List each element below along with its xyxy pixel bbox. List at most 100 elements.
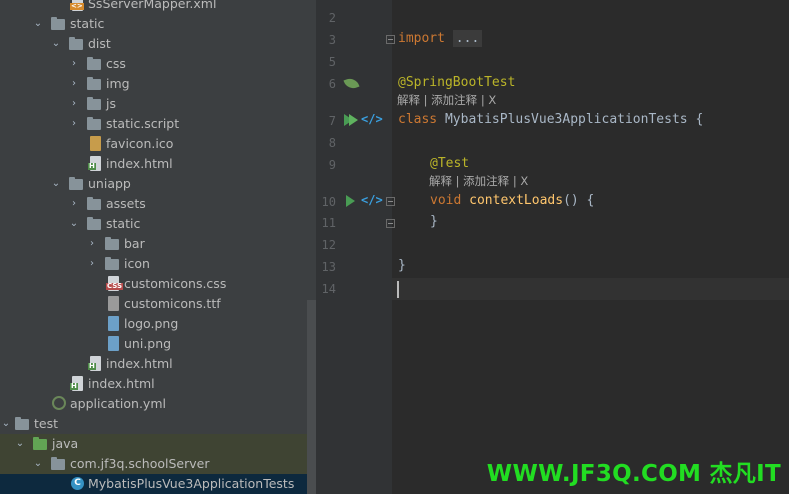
- code-line-annotation[interactable]: @SpringBootTest: [398, 72, 515, 94]
- tree-item-icon[interactable]: › icon: [0, 254, 316, 274]
- chevron-right-icon[interactable]: ›: [68, 54, 80, 74]
- tree-item-favicon[interactable]: favicon.ico: [0, 134, 316, 154]
- line-number: 8: [328, 136, 336, 150]
- tree-item-package[interactable]: ⌄ com.jf3q.schoolServer: [0, 454, 316, 474]
- tree-item-img[interactable]: › img: [0, 74, 316, 94]
- line-number: 3: [328, 33, 336, 47]
- tree-item-css[interactable]: › css: [0, 54, 316, 74]
- tree-item-test[interactable]: ⌄ test: [0, 414, 316, 434]
- code-line-class[interactable]: class MybatisPlusVue3ApplicationTests {: [398, 109, 703, 131]
- package-icon: [51, 457, 65, 470]
- run-all-icon[interactable]: [349, 114, 358, 126]
- tree-item-assets[interactable]: › assets: [0, 194, 316, 214]
- line-number: 7: [328, 114, 336, 128]
- folder-icon: [87, 117, 101, 130]
- tree-item-index-html-static[interactable]: H index.html: [0, 374, 316, 394]
- tree-item-uni-png[interactable]: uni.png: [0, 334, 316, 354]
- tree-item-dist[interactable]: ⌄ dist: [0, 34, 316, 54]
- line-number: 14: [321, 282, 336, 296]
- chevron-down-icon[interactable]: ⌄: [32, 14, 44, 34]
- tree-item-ssservermapper[interactable]: <> SsServerMapper.xml: [0, 0, 316, 14]
- settings-file-icon: [52, 396, 66, 411]
- keyword: import: [398, 31, 445, 46]
- project-tree: <> SsServerMapper.xml ⌄ static ⌄ dist › …: [0, 0, 316, 494]
- folder-icon: [87, 197, 101, 210]
- line-number: 9: [328, 158, 336, 172]
- folder-icon: [87, 97, 101, 110]
- html-file-icon: H: [88, 156, 101, 171]
- tree-item-application-yml[interactable]: application.yml: [0, 394, 316, 414]
- fold-icon[interactable]: [386, 35, 395, 44]
- chevron-down-icon[interactable]: ⌄: [32, 454, 44, 474]
- image-file-icon: [108, 316, 119, 331]
- inlay-hint-actions[interactable]: 解释 | 添加注释 | X: [429, 173, 528, 189]
- tree-item-static-uniapp[interactable]: ⌄ static: [0, 214, 316, 234]
- image-file-icon: [90, 136, 101, 151]
- tree-scrollbar[interactable]: [307, 300, 316, 494]
- line-number: 10: [321, 195, 336, 209]
- method-signature: () {: [563, 193, 595, 208]
- run-test-icon[interactable]: [346, 195, 355, 207]
- folder-icon: [87, 217, 101, 230]
- code-line-test-annotation[interactable]: @Test: [430, 153, 469, 175]
- line-number: 2: [328, 11, 336, 25]
- tree-item-test-class[interactable]: C MybatisPlusVue3ApplicationTests: [0, 474, 316, 494]
- font-file-icon: [108, 296, 119, 311]
- tree-item-logo-png[interactable]: logo.png: [0, 314, 316, 334]
- chevron-right-icon[interactable]: ›: [68, 114, 80, 134]
- line-number: 5: [328, 55, 336, 69]
- tree-item-uniapp[interactable]: ⌄ uniapp: [0, 174, 316, 194]
- fold-icon[interactable]: [386, 197, 395, 206]
- tree-item-bar[interactable]: › bar: [0, 234, 316, 254]
- folded-imports[interactable]: ...: [452, 30, 483, 47]
- chevron-down-icon[interactable]: ⌄: [0, 414, 12, 434]
- tree-item-customicons-css[interactable]: CSS customicons.css: [0, 274, 316, 294]
- folder-icon: [87, 57, 101, 70]
- brace: {: [695, 112, 704, 127]
- code-line-method[interactable]: void contextLoads() {: [430, 190, 594, 212]
- folder-icon: [87, 77, 101, 90]
- line-number: 11: [321, 216, 336, 230]
- css-file-icon: CSS: [106, 276, 124, 291]
- folder-icon: [51, 17, 65, 30]
- keyword: class: [398, 112, 438, 127]
- tree-item-customicons-ttf[interactable]: customicons.ttf: [0, 294, 316, 314]
- test-folder-icon: [33, 437, 47, 450]
- java-class-icon: C: [71, 477, 84, 490]
- chevron-down-icon[interactable]: ⌄: [50, 34, 62, 54]
- chevron-down-icon[interactable]: ⌄: [68, 214, 80, 234]
- folder-icon: [69, 177, 83, 190]
- chevron-right-icon[interactable]: ›: [86, 234, 98, 254]
- folder-icon: [105, 237, 119, 250]
- line-number: 13: [321, 260, 336, 274]
- code-line-class-close[interactable]: }: [398, 255, 406, 277]
- chevron-right-icon[interactable]: ›: [68, 74, 80, 94]
- chevron-down-icon[interactable]: ⌄: [14, 434, 26, 454]
- folder-icon: [105, 257, 119, 270]
- method-name: contextLoads: [469, 193, 564, 208]
- chevron-right-icon[interactable]: ›: [68, 94, 80, 114]
- chevron-down-icon[interactable]: ⌄: [50, 174, 62, 194]
- line-number: 6: [328, 77, 336, 91]
- current-line-highlight: [392, 278, 789, 300]
- tree-item-index-html-uniapp[interactable]: H index.html: [0, 354, 316, 374]
- chevron-right-icon[interactable]: ›: [86, 254, 98, 274]
- tree-item-java[interactable]: ⌄ java: [0, 434, 316, 454]
- navigate-icon[interactable]: </>: [361, 194, 383, 206]
- fold-icon[interactable]: [386, 219, 395, 228]
- keyword: void: [430, 193, 462, 208]
- code-line-method-close[interactable]: }: [430, 211, 438, 233]
- xml-file-icon: <>: [70, 0, 84, 11]
- code-line-import[interactable]: import ...: [398, 28, 483, 50]
- tree-item-js[interactable]: › js: [0, 94, 316, 114]
- navigate-icon[interactable]: </>: [361, 113, 383, 125]
- folder-icon: [15, 417, 29, 430]
- tree-item-index-html[interactable]: H index.html: [0, 154, 316, 174]
- html-file-icon: H: [70, 376, 83, 391]
- tree-item-static[interactable]: ⌄ static: [0, 14, 316, 34]
- inlay-hint-actions[interactable]: 解释 | 添加注释 | X: [397, 92, 496, 108]
- class-name: MybatisPlusVue3ApplicationTests: [444, 112, 688, 127]
- chevron-right-icon[interactable]: ›: [68, 194, 80, 214]
- watermark: WWW.JF3Q.COM 杰凡IT: [486, 461, 781, 487]
- tree-item-static-script[interactable]: › static.script: [0, 114, 316, 134]
